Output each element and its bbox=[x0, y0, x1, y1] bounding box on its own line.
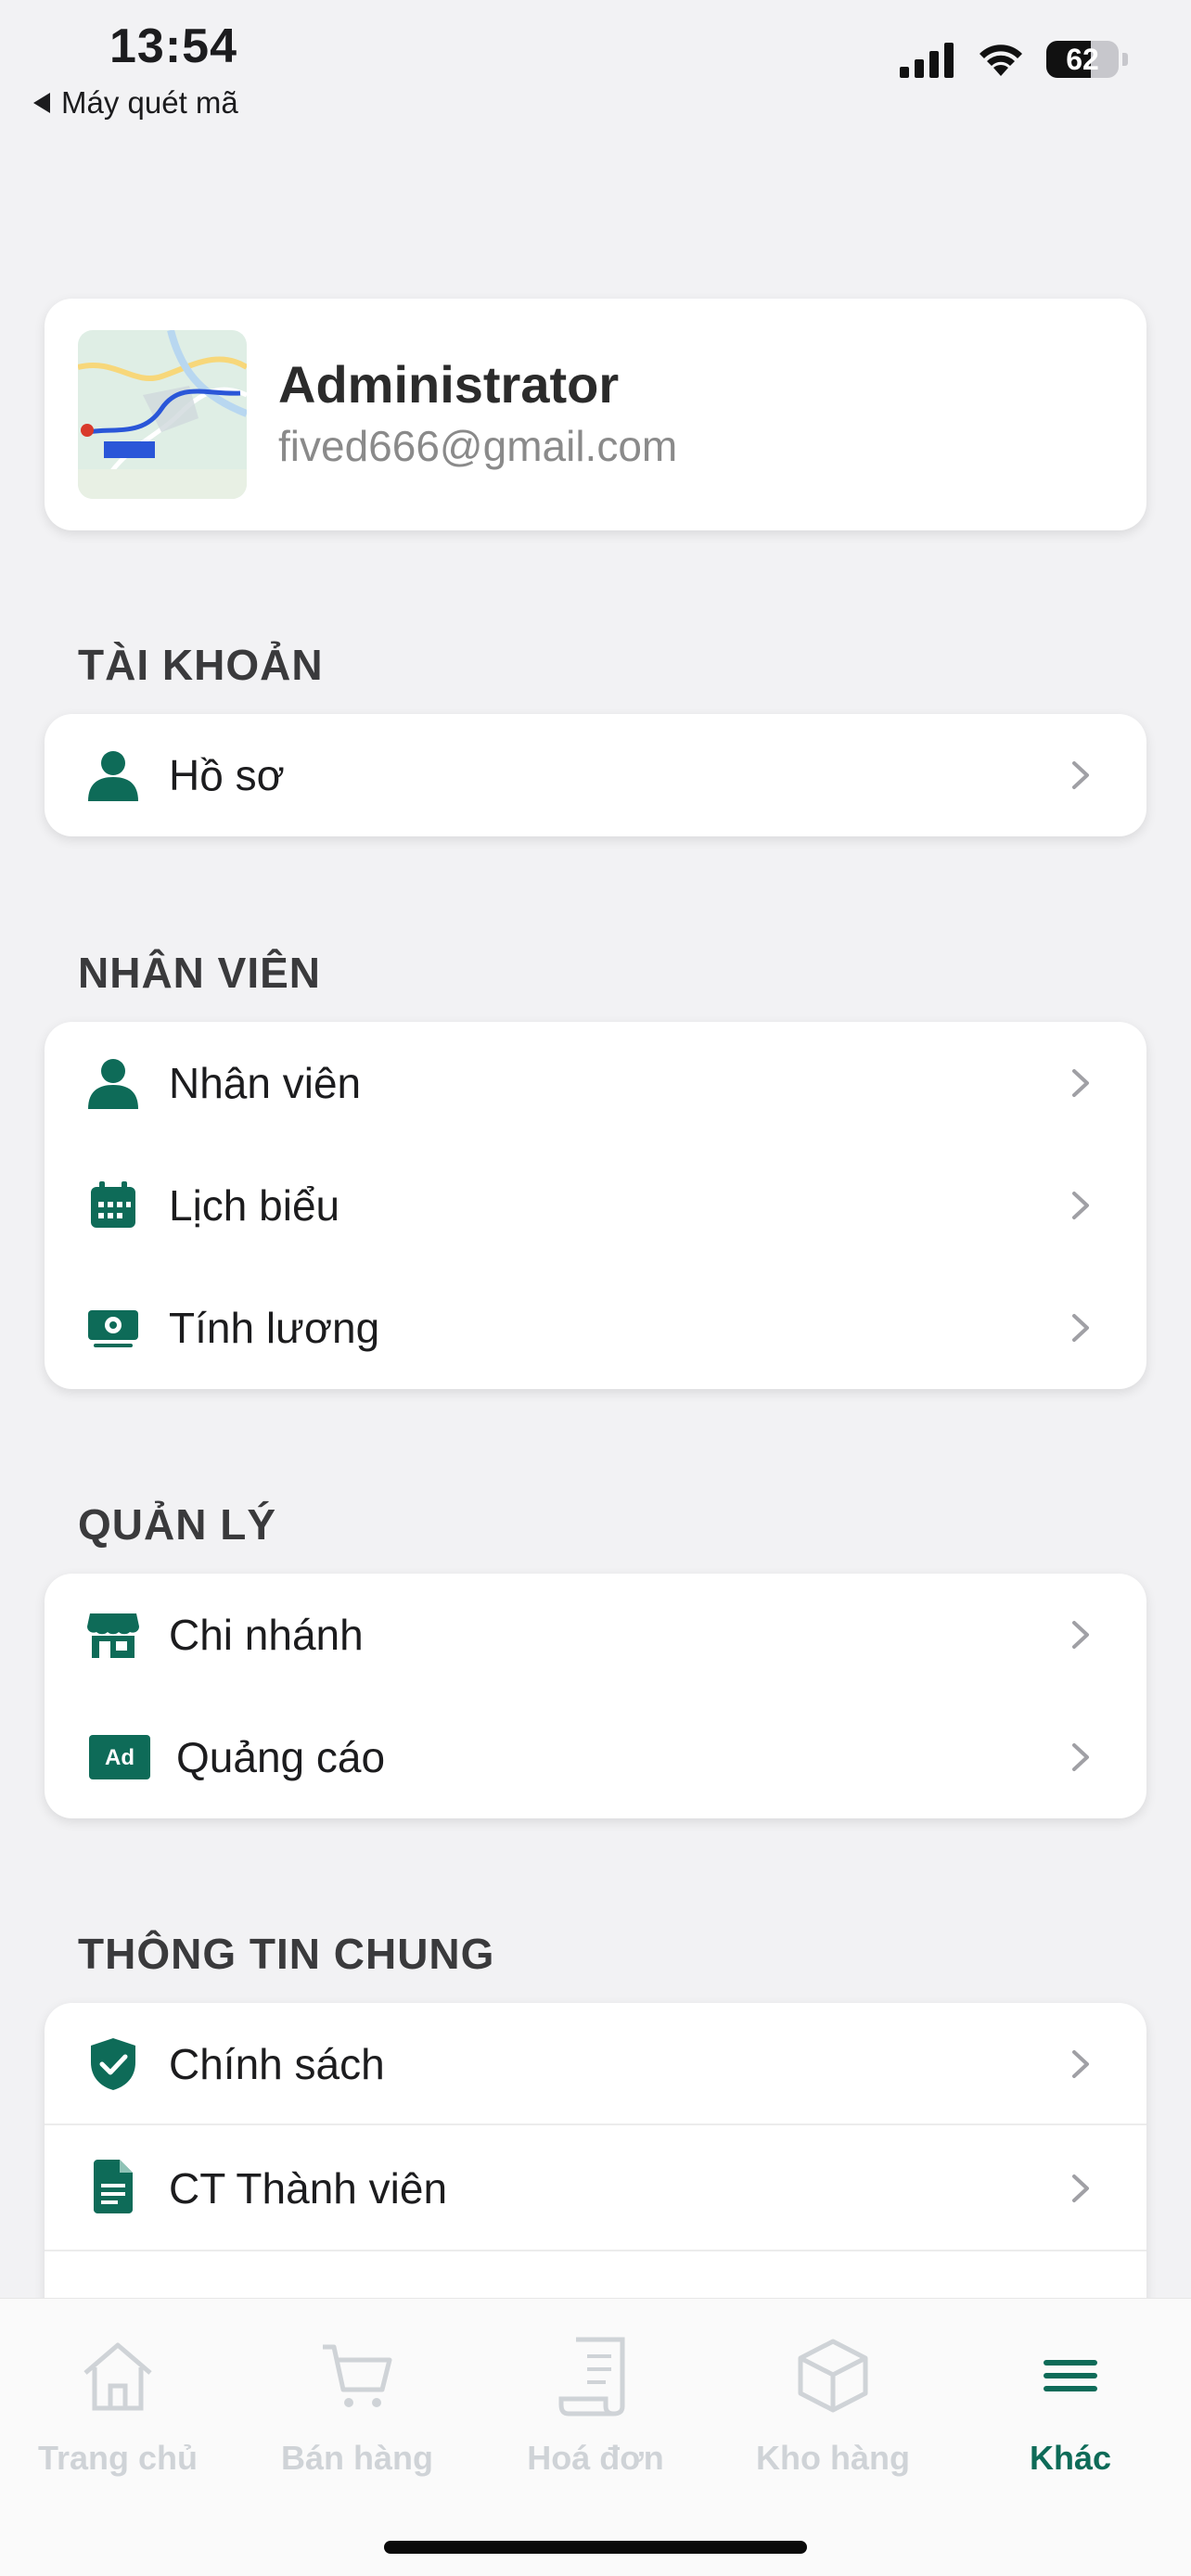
tab-sales[interactable]: Bán hàng bbox=[255, 2334, 459, 2478]
menu-item-staff[interactable]: Nhân viên bbox=[45, 1022, 1146, 1144]
menu-item-label: Nhân viên bbox=[169, 1059, 362, 1107]
box-icon bbox=[798, 2339, 868, 2413]
svg-text:Ad: Ad bbox=[105, 1745, 134, 1770]
status-indicators: 62 bbox=[900, 41, 1128, 78]
chevron-right-icon bbox=[1072, 2174, 1089, 2202]
menu-item-label: CT Thành viên bbox=[169, 2164, 448, 2213]
status-bar: 13:54 Máy quét mã 62 bbox=[0, 0, 1191, 130]
back-arrow-icon bbox=[33, 93, 50, 113]
tab-label: Kho hàng bbox=[756, 2439, 910, 2477]
avatar bbox=[78, 330, 247, 499]
home-icon bbox=[83, 2342, 152, 2411]
back-link-label: Máy quét mã bbox=[61, 85, 238, 120]
battery-icon: 62 bbox=[1046, 41, 1119, 78]
menu-item-membership[interactable]: CT Thành viên bbox=[45, 2125, 1146, 2251]
tab-label: Bán hàng bbox=[280, 2439, 433, 2477]
battery-level-text: 62 bbox=[1066, 42, 1099, 76]
menu-item-label: Lịch biểu bbox=[169, 1181, 340, 1230]
section-title-account: TÀI KHOẢN bbox=[78, 641, 324, 689]
chevron-right-icon bbox=[1072, 1314, 1089, 1342]
menu-item-schedule[interactable]: Lịch biểu bbox=[45, 1144, 1146, 1267]
management-card: Chi nhánh Ad Quảng cáo bbox=[45, 1574, 1146, 1818]
chevron-right-icon bbox=[1072, 761, 1089, 789]
menu-item-label: Chi nhánh bbox=[169, 1611, 364, 1659]
profile-email: fived666@gmail.com bbox=[278, 422, 678, 470]
account-card: Hồ sơ bbox=[45, 714, 1146, 836]
menu-item-branch[interactable]: Chi nhánh bbox=[45, 1574, 1146, 1696]
ad-icon: Ad bbox=[89, 1729, 150, 1785]
chevron-right-icon bbox=[1072, 1192, 1089, 1219]
cellular-signal-icon bbox=[900, 43, 954, 78]
wifi-icon bbox=[980, 45, 1022, 76]
section-title-management: QUẢN LÝ bbox=[78, 1500, 276, 1549]
home-indicator bbox=[384, 2541, 807, 2554]
menu-item-advertising[interactable]: Ad Quảng cáo bbox=[45, 1696, 1146, 1818]
tab-warehouse[interactable]: Kho hàng bbox=[731, 2334, 935, 2478]
menu-item-profile[interactable]: Hồ sơ bbox=[45, 714, 1146, 836]
tab-label: Trang chủ bbox=[37, 2439, 198, 2477]
chevron-right-icon bbox=[1072, 1621, 1089, 1649]
tab-label: Khác bbox=[1029, 2439, 1112, 2477]
tab-more[interactable]: Khác bbox=[968, 2334, 1172, 2478]
chevron-right-icon bbox=[1072, 1069, 1089, 1097]
person-icon bbox=[85, 747, 141, 803]
tab-label: Hoá đơn bbox=[527, 2439, 664, 2477]
menu-item-label: Quảng cáo bbox=[176, 1733, 386, 1781]
battery-cap bbox=[1122, 53, 1128, 66]
staff-card: Nhân viên Lịch biểu Tính lương bbox=[45, 1022, 1146, 1389]
tab-invoices[interactable]: Hoá đơn bbox=[493, 2334, 698, 2478]
calendar-icon bbox=[85, 1178, 141, 1233]
map-thumbnail-icon bbox=[78, 330, 247, 499]
status-time: 13:54 bbox=[109, 19, 237, 73]
cart-icon bbox=[323, 2344, 392, 2407]
tab-bar: Trang chủ Bán hàng Hoá đơn Kho hàng Khác bbox=[0, 2298, 1191, 2576]
profile-card[interactable]: Administrator fived666@gmail.com bbox=[45, 299, 1146, 530]
back-to-app-link[interactable]: Máy quét mã bbox=[33, 85, 238, 121]
tab-home[interactable]: Trang chủ bbox=[16, 2334, 220, 2478]
chevron-right-icon bbox=[1072, 2050, 1089, 2078]
profile-name: Administrator bbox=[278, 355, 620, 414]
chevron-right-icon bbox=[1072, 1743, 1089, 1771]
person-icon bbox=[85, 1055, 141, 1111]
document-icon bbox=[85, 2159, 141, 2214]
menu-item-label: Hồ sơ bbox=[169, 751, 285, 799]
section-title-general: THÔNG TIN CHUNG bbox=[78, 1930, 495, 1978]
section-title-staff: NHÂN VIÊN bbox=[78, 949, 322, 997]
menu-item-payroll[interactable]: Tính lương bbox=[45, 1267, 1146, 1389]
store-icon bbox=[85, 1607, 141, 1663]
money-icon bbox=[85, 1300, 141, 1356]
menu-item-label: Tính lương bbox=[169, 1304, 380, 1352]
menu-item-label: Chính sách bbox=[169, 2040, 385, 2088]
shield-check-icon bbox=[85, 2036, 141, 2092]
receipt-icon bbox=[558, 2337, 625, 2417]
menu-item-policy[interactable]: Chính sách bbox=[45, 2003, 1146, 2125]
menu-icon bbox=[1044, 2360, 1097, 2391]
